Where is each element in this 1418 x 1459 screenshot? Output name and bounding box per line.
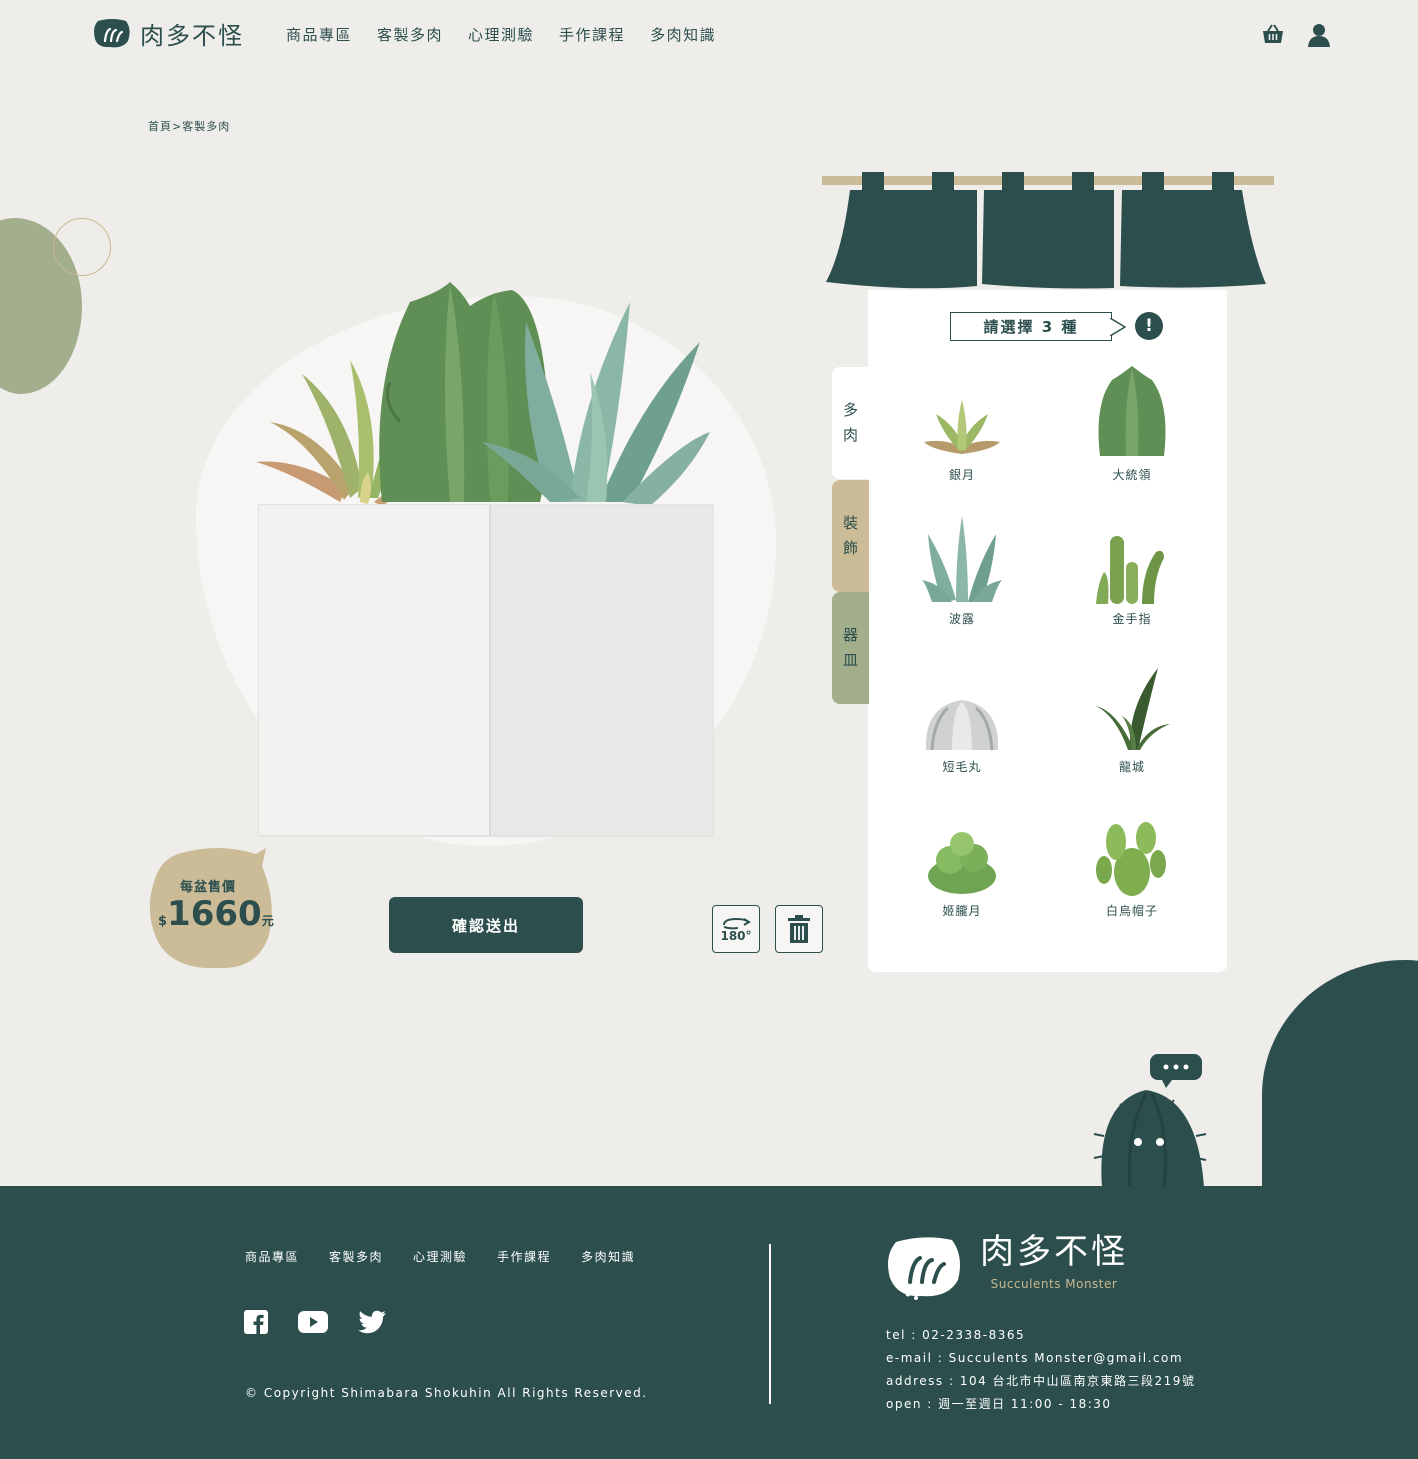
plant-thumb xyxy=(1098,366,1166,456)
plant-thumb xyxy=(1096,822,1166,896)
tab-char: 器 xyxy=(842,626,858,644)
footer-divider xyxy=(769,1244,771,1404)
price-amount: 1660 xyxy=(167,894,262,934)
plant-option[interactable]: 銀月 xyxy=(907,392,1017,483)
rotate-label: 180° xyxy=(720,929,752,943)
nav-products[interactable]: 商品專區 xyxy=(286,24,352,45)
confirm-button[interactable]: 確認送出 xyxy=(389,897,583,953)
nav-quiz[interactable]: 心理測驗 xyxy=(468,24,534,45)
footer-nav: 商品專區 客製多肉 心理測驗 手作課程 多肉知識 xyxy=(245,1248,635,1265)
price-unit: 元 xyxy=(261,914,274,928)
rotate-button[interactable]: 180° xyxy=(712,905,760,953)
plant-option[interactable]: 大統領 xyxy=(1077,364,1187,483)
trash-icon xyxy=(788,915,810,943)
footer-brand-text: 肉多不怪 Succulents Monster xyxy=(980,1232,1128,1292)
plant-name: 短毛丸 xyxy=(942,760,982,774)
plant-name: 大統領 xyxy=(1112,468,1152,482)
breadcrumb[interactable]: 首頁>客製多肉 xyxy=(148,118,230,134)
hint-pointer xyxy=(1110,318,1126,336)
cart-icon[interactable] xyxy=(1260,22,1286,48)
logo[interactable]: 肉多不怪 xyxy=(92,16,244,51)
contact-tel: tel : 02-2338-8365 xyxy=(886,1328,1026,1342)
copyright: © Copyright Shimabara Shokuhin All Right… xyxy=(245,1386,648,1400)
noren-curtain xyxy=(822,172,1274,289)
nav-courses[interactable]: 手作課程 xyxy=(559,24,625,45)
tab-char: 皿 xyxy=(842,651,858,669)
footer-nav-knowledge[interactable]: 多肉知識 xyxy=(581,1248,635,1265)
tab-char: 裝 xyxy=(842,514,858,532)
delete-button[interactable] xyxy=(775,905,823,953)
contact-address: address : 104 台北市中山區南京東路三段219號 xyxy=(886,1374,1196,1388)
plant-option[interactable]: 金手指 xyxy=(1077,532,1187,627)
tab-char: 飾 xyxy=(842,539,858,557)
footer-nav-quiz[interactable]: 心理測驗 xyxy=(413,1248,467,1265)
facebook-icon[interactable] xyxy=(244,1310,268,1334)
plant-thumb xyxy=(925,700,999,751)
price-value: $ 1660 元 xyxy=(158,894,274,934)
price-currency: $ xyxy=(158,914,168,929)
footer-brand-name: 肉多不怪 xyxy=(980,1232,1128,1272)
main-nav: 商品專區 客製多肉 心理測驗 手作課程 多肉知識 xyxy=(286,24,716,45)
plant-name: 金手指 xyxy=(1112,612,1152,626)
tab-decorations[interactable]: 裝 飾 xyxy=(832,480,869,592)
brand-name: 肉多不怪 xyxy=(140,22,244,50)
footer-nav-products[interactable]: 商品專區 xyxy=(245,1248,299,1265)
footer-logo[interactable]: 肉多不怪 Succulents Monster xyxy=(886,1232,1128,1302)
tab-char: 多 xyxy=(842,401,858,419)
nav-custom[interactable]: 客製多肉 xyxy=(377,24,443,45)
footer-nav-custom[interactable]: 客製多肉 xyxy=(329,1248,383,1265)
plant-option[interactable]: 白烏帽子 xyxy=(1077,820,1187,919)
price-label: 每盆售價 xyxy=(180,880,237,895)
plant-option[interactable]: 波露 xyxy=(907,514,1017,627)
plant-name: 姬朧月 xyxy=(942,904,982,918)
logo-icon xyxy=(94,18,130,47)
plant-name: 銀月 xyxy=(948,468,975,482)
footer: 商品專區 客製多肉 心理測驗 手作課程 多肉知識 © Copyright Shi… xyxy=(0,1186,1418,1459)
selection-hint: 請選擇 3 種 xyxy=(950,312,1112,341)
tab-char: 肉 xyxy=(842,426,858,444)
cube-pot xyxy=(258,504,714,837)
cactus-mascot xyxy=(1093,1054,1207,1188)
decor-ring xyxy=(53,218,111,276)
tab-pots[interactable]: 器 皿 xyxy=(832,592,869,704)
youtube-icon[interactable] xyxy=(298,1311,328,1333)
social-links xyxy=(244,1310,386,1334)
plant-option[interactable]: 短毛丸 xyxy=(907,696,1017,775)
nav-knowledge[interactable]: 多肉知識 xyxy=(650,24,716,45)
header-icons xyxy=(1260,22,1332,48)
user-icon[interactable] xyxy=(1306,22,1332,48)
footer-nav-courses[interactable]: 手作課程 xyxy=(497,1248,551,1265)
plant-option[interactable]: 姬朧月 xyxy=(907,830,1017,919)
contact-info: tel : 02-2338-8365 e-mail : Succulents M… xyxy=(886,1324,1195,1416)
plant-thumb xyxy=(928,832,996,894)
plant-thumb xyxy=(1096,668,1170,750)
page: 肉多不怪 商品專區 客製多肉 心理測驗 手作課程 多肉知識 首頁>客製多肉 每盆… xyxy=(0,0,1418,1459)
plant-option[interactable]: 龍城 xyxy=(1077,666,1187,775)
plant-thumb xyxy=(922,516,1002,602)
plant-name: 波露 xyxy=(948,612,975,626)
rotate-icon xyxy=(723,917,751,930)
logo-icon xyxy=(888,1237,960,1300)
twitter-icon[interactable] xyxy=(358,1310,386,1334)
succulent-arrangement xyxy=(256,282,710,506)
plant-name: 龍城 xyxy=(1118,760,1145,774)
contact-hours: open : 週一至週日 11:00 - 18:30 xyxy=(886,1397,1112,1411)
plant-thumb xyxy=(924,400,1000,454)
plant-thumb xyxy=(1096,536,1164,604)
contact-email[interactable]: e-mail : Succulents Monster@gmail.com xyxy=(886,1347,1195,1370)
tab-succulents[interactable]: 多 肉 xyxy=(832,367,869,479)
footer-brand-en: Succulents Monster xyxy=(990,1277,1118,1292)
plant-name: 白烏帽子 xyxy=(1105,904,1158,918)
alert-icon[interactable]: ! xyxy=(1135,312,1163,340)
